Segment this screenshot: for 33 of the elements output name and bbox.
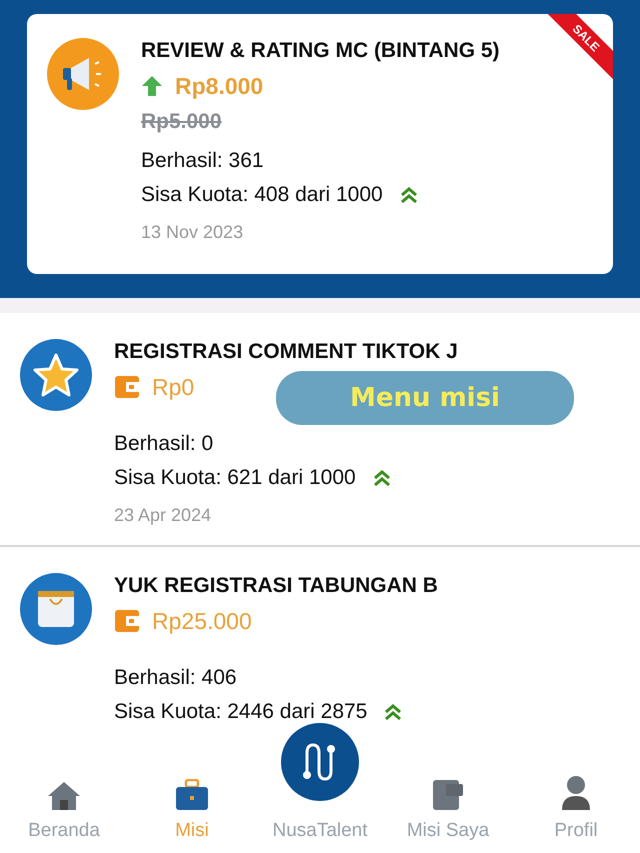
folder-icon	[432, 778, 464, 810]
double-chevron-up-icon	[383, 702, 404, 722]
annotation-label: Menu misi	[276, 371, 574, 425]
mission-title: REGISTRASI COMMENT TIKTOK J	[114, 339, 458, 365]
reward-price: Rp0	[152, 372, 194, 402]
quota-text: Sisa Kuota: 408 dari 1000	[141, 182, 383, 208]
mission-title: YUK REGISTRASI TABUNGAN B	[114, 573, 438, 599]
network-path-icon[interactable]	[281, 723, 359, 801]
mission-item[interactable]: YUK REGISTRASI TABUNGAN B Rp25.000 Berhasil: 406 Sisa Kuota: 2446 dari 2875	[0, 547, 640, 729]
megaphone-icon	[47, 38, 119, 110]
bag-icon	[20, 573, 92, 645]
double-chevron-up-icon	[398, 185, 419, 205]
nav-tab[interactable]: NusaTalent	[272, 816, 368, 845]
mission-date: 13 Nov 2023	[141, 221, 244, 244]
quota-text: Sisa Kuota: 621 dari 1000	[114, 465, 356, 491]
success-count: Berhasil: 361	[141, 148, 265, 174]
nav-tab[interactable]: Profil	[512, 774, 640, 845]
reward-price: Rp8.000	[175, 72, 264, 101]
briefcase-icon	[175, 778, 209, 810]
nav-tab[interactable]: Misi	[128, 778, 256, 845]
mission-item[interactable]: REGISTRASI COMMENT TIKTOK J Rp0 Berhasil: 0 Sisa Kuota: 621 dari 1000 23 Apr 2024 Menu misi	[0, 313, 640, 547]
mission-title: REVIEW & RATING MC (BINTANG 5)	[141, 38, 500, 64]
person-icon	[561, 774, 591, 810]
home-icon	[47, 780, 81, 810]
double-chevron-up-icon	[372, 468, 392, 488]
nav-tab[interactable]: Misi Saya	[384, 778, 512, 845]
success-count: Berhasil: 406	[114, 665, 238, 691]
old-price: Rp5.000	[141, 109, 223, 135]
nav-tab[interactable]: Beranda	[0, 780, 128, 845]
mission-date: 23 Apr 2024	[114, 504, 212, 527]
quota-text: Sisa Kuota: 2446 dari 2875	[114, 699, 368, 725]
reward-price: Rp25.000	[152, 606, 252, 636]
success-count: Berhasil: 0	[114, 431, 214, 457]
